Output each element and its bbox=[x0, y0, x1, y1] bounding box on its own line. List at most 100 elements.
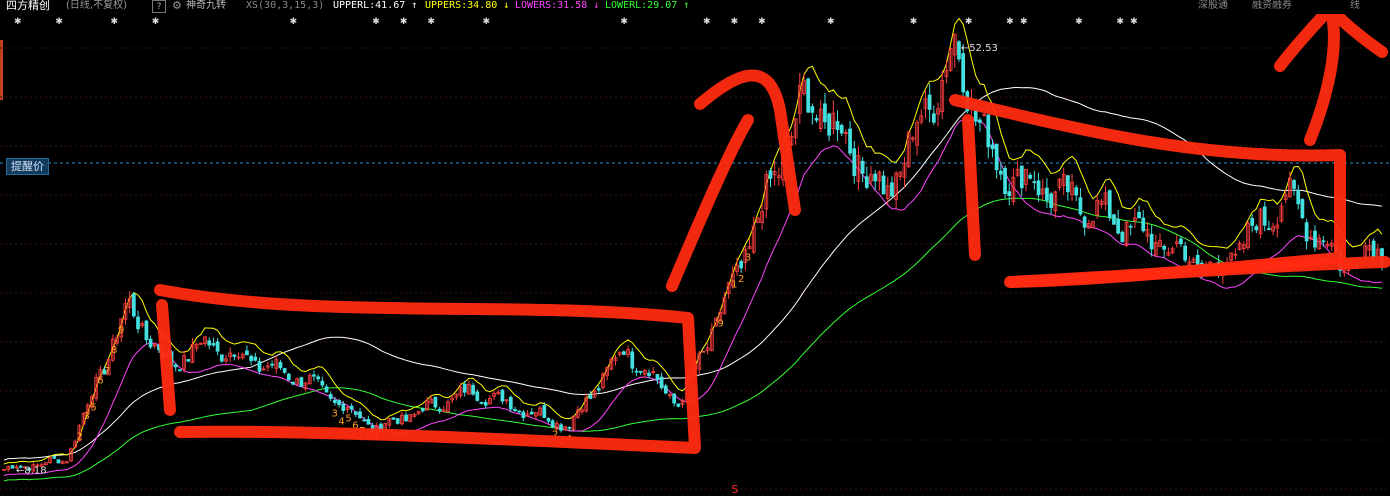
candle[interactable] bbox=[131, 293, 136, 317]
alert-price-label[interactable]: 提醒价 bbox=[6, 158, 49, 175]
candle[interactable] bbox=[404, 414, 408, 422]
candle[interactable] bbox=[973, 110, 978, 122]
candle[interactable] bbox=[462, 383, 467, 393]
candle[interactable] bbox=[521, 411, 526, 418]
candle[interactable] bbox=[864, 176, 869, 188]
candle[interactable] bbox=[395, 418, 400, 424]
candle[interactable] bbox=[638, 370, 643, 373]
candle[interactable] bbox=[349, 405, 354, 410]
candle[interactable] bbox=[178, 369, 182, 372]
candle[interactable] bbox=[622, 351, 626, 355]
candle[interactable] bbox=[542, 405, 547, 418]
indicator-name[interactable]: 神奇九转 bbox=[186, 0, 226, 12]
candle[interactable] bbox=[1292, 180, 1296, 189]
candle[interactable] bbox=[366, 418, 371, 425]
candle[interactable] bbox=[333, 399, 337, 403]
candle[interactable] bbox=[471, 384, 475, 395]
candle[interactable] bbox=[1128, 225, 1133, 228]
candle[interactable] bbox=[814, 118, 819, 121]
candle[interactable] bbox=[286, 373, 291, 381]
candle[interactable] bbox=[270, 363, 274, 366]
candle[interactable] bbox=[839, 124, 844, 134]
candle[interactable] bbox=[663, 385, 668, 394]
candle[interactable] bbox=[475, 391, 480, 401]
candle[interactable] bbox=[634, 370, 639, 373]
candle[interactable] bbox=[1107, 190, 1112, 218]
candle[interactable] bbox=[559, 424, 563, 431]
candle[interactable] bbox=[852, 148, 857, 176]
candle[interactable] bbox=[1250, 217, 1255, 226]
candle[interactable] bbox=[508, 396, 513, 410]
tab-margin-trading[interactable]: 融资融券 bbox=[1252, 0, 1292, 12]
candle[interactable] bbox=[341, 403, 346, 411]
candle[interactable] bbox=[353, 411, 358, 415]
candle[interactable] bbox=[282, 368, 287, 373]
candle[interactable] bbox=[324, 386, 329, 393]
candle[interactable] bbox=[1313, 230, 1317, 248]
candle[interactable] bbox=[136, 316, 140, 330]
candle[interactable] bbox=[978, 119, 982, 123]
candle[interactable] bbox=[927, 94, 932, 110]
candle[interactable] bbox=[990, 144, 995, 150]
candle[interactable] bbox=[1066, 175, 1070, 193]
candle[interactable] bbox=[647, 372, 651, 377]
candle[interactable] bbox=[1045, 187, 1049, 201]
candle[interactable] bbox=[232, 354, 237, 357]
candle[interactable] bbox=[596, 388, 601, 391]
candle[interactable] bbox=[546, 418, 551, 422]
candle[interactable] bbox=[500, 389, 505, 402]
candle[interactable] bbox=[1300, 199, 1305, 219]
tab-shenggutong[interactable]: 深股通 bbox=[1198, 0, 1228, 12]
candle[interactable] bbox=[299, 377, 304, 387]
candle[interactable] bbox=[56, 459, 61, 464]
candle[interactable] bbox=[1028, 174, 1033, 179]
candle[interactable] bbox=[768, 170, 773, 179]
candle[interactable] bbox=[1137, 211, 1141, 219]
candle[interactable] bbox=[659, 376, 664, 389]
candle[interactable] bbox=[1304, 222, 1309, 242]
candle[interactable] bbox=[1078, 197, 1083, 215]
candle[interactable] bbox=[588, 394, 593, 399]
candle[interactable] bbox=[391, 417, 396, 420]
candle[interactable] bbox=[1112, 214, 1116, 225]
candle[interactable] bbox=[173, 364, 178, 368]
candle[interactable] bbox=[483, 402, 488, 406]
candle[interactable] bbox=[994, 143, 999, 171]
candle[interactable] bbox=[823, 103, 827, 123]
candle[interactable] bbox=[253, 356, 258, 361]
candle[interactable] bbox=[420, 408, 425, 412]
candle[interactable] bbox=[1262, 206, 1267, 226]
candle[interactable] bbox=[567, 426, 572, 429]
candle[interactable] bbox=[550, 420, 555, 428]
candle[interactable] bbox=[998, 170, 1003, 175]
candle[interactable] bbox=[676, 403, 681, 407]
candle[interactable] bbox=[278, 362, 283, 369]
candle[interactable] bbox=[1049, 193, 1053, 208]
candle[interactable] bbox=[1321, 240, 1326, 243]
candle[interactable] bbox=[312, 374, 316, 377]
candle[interactable] bbox=[860, 160, 865, 174]
gear-icon[interactable]: ⚙ bbox=[172, 0, 182, 12]
candle[interactable] bbox=[1162, 245, 1167, 250]
candle[interactable] bbox=[827, 113, 831, 136]
candle[interactable] bbox=[215, 341, 220, 352]
candle[interactable] bbox=[835, 121, 840, 130]
candle[interactable] bbox=[320, 380, 325, 386]
candle[interactable] bbox=[1183, 245, 1188, 261]
candle[interactable] bbox=[1116, 218, 1120, 234]
candle[interactable] bbox=[739, 261, 744, 269]
candle[interactable] bbox=[316, 376, 320, 380]
price-chart[interactable]: ✱ ✱ ✱ ✱ ✱ ✱ ✱ ✱ ✱ ✱ ✱ ✱ ✱ ✱ ✱ ✱ ✱ ✱ ✱ ✱ ✱235678934 567 8 9 23 491… bbox=[0, 0, 1390, 496]
candle[interactable] bbox=[1195, 254, 1200, 266]
candle[interactable] bbox=[257, 361, 262, 372]
candle[interactable] bbox=[1074, 187, 1079, 196]
candle[interactable] bbox=[1036, 180, 1041, 196]
candle[interactable] bbox=[207, 340, 212, 346]
candle[interactable] bbox=[986, 114, 991, 148]
candle[interactable] bbox=[513, 408, 517, 412]
candle[interactable] bbox=[931, 113, 936, 123]
candle[interactable] bbox=[1007, 191, 1012, 197]
candle[interactable] bbox=[433, 396, 438, 408]
candle[interactable] bbox=[219, 354, 224, 362]
candle[interactable] bbox=[1120, 231, 1125, 243]
